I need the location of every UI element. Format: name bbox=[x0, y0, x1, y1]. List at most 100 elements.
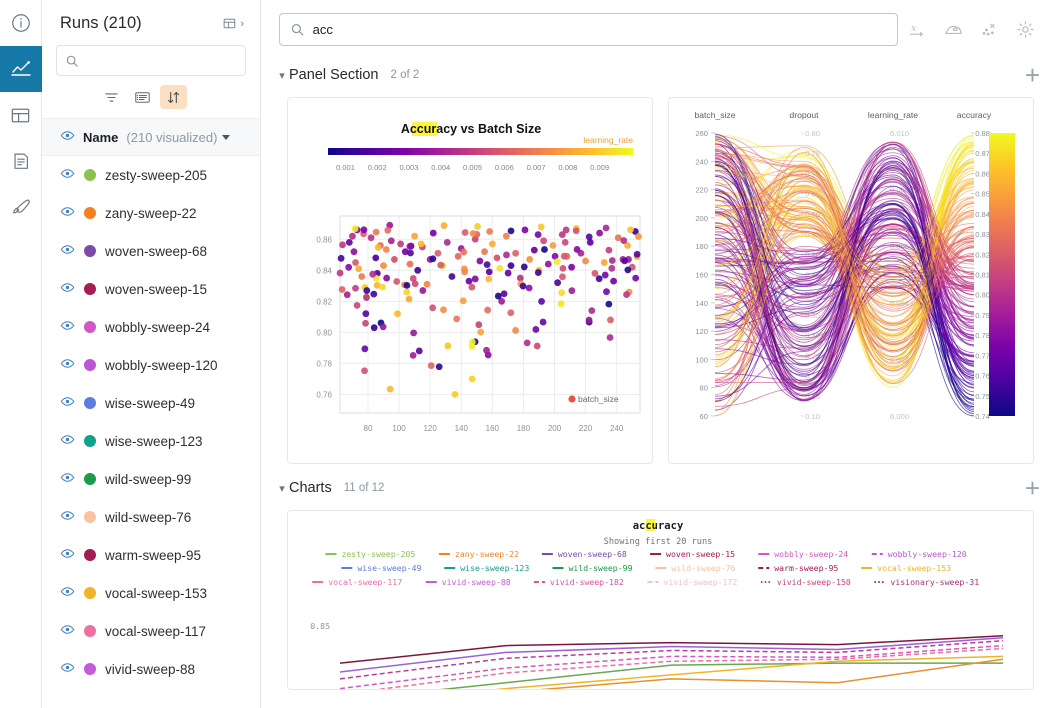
run-list-item[interactable]: zesty-sweep-205 bbox=[42, 156, 260, 194]
svg-text:0.86: 0.86 bbox=[975, 169, 990, 178]
run-color-swatch[interactable] bbox=[84, 473, 96, 485]
svg-text:0.84: 0.84 bbox=[975, 210, 990, 219]
run-list-item[interactable]: wobbly-sweep-120 bbox=[42, 346, 260, 384]
run-list-item[interactable]: vocal-sweep-153 bbox=[42, 574, 260, 612]
svg-text:vivid-sweep-150: vivid-sweep-150 bbox=[777, 577, 851, 587]
visibility-icon[interactable] bbox=[60, 394, 75, 412]
add-chart-button[interactable]: + bbox=[1025, 478, 1040, 498]
accuracy-chart-panel[interactable]: accuracyShowing first 20 runszesty-sweep… bbox=[287, 510, 1034, 690]
svg-text:240: 240 bbox=[610, 424, 624, 433]
table-expand-icon[interactable]: › bbox=[222, 15, 244, 32]
chevron-down-icon[interactable]: ▾ bbox=[275, 482, 289, 495]
sort-icon[interactable] bbox=[160, 85, 187, 109]
charts-icon[interactable] bbox=[0, 46, 42, 92]
run-name: wise-sweep-49 bbox=[105, 396, 195, 411]
columns-icon[interactable] bbox=[129, 85, 156, 109]
svg-text:0.000: 0.000 bbox=[890, 412, 909, 421]
visibility-icon[interactable] bbox=[60, 546, 75, 564]
run-color-swatch[interactable] bbox=[84, 549, 96, 561]
svg-text:240: 240 bbox=[695, 157, 708, 166]
visibility-icon[interactable] bbox=[60, 318, 75, 336]
artifacts-icon[interactable] bbox=[0, 184, 42, 230]
run-color-swatch[interactable] bbox=[84, 283, 96, 295]
run-color-swatch[interactable] bbox=[84, 511, 96, 523]
table-icon[interactable] bbox=[0, 92, 42, 138]
visibility-icon[interactable] bbox=[60, 660, 75, 678]
panel-toolbar: x bbox=[261, 0, 1060, 59]
runs-sidebar: Runs (210) › bbox=[42, 0, 261, 708]
run-list-item[interactable]: wise-sweep-123 bbox=[42, 422, 260, 460]
run-list-item[interactable]: wise-sweep-49 bbox=[42, 384, 260, 422]
visibility-icon[interactable] bbox=[60, 356, 75, 374]
svg-text:Showing first 20 runs: Showing first 20 runs bbox=[604, 537, 713, 547]
run-list-item[interactable]: wild-sweep-76 bbox=[42, 498, 260, 536]
svg-text:wild-sweep-76: wild-sweep-76 bbox=[671, 563, 735, 573]
visibility-icon[interactable] bbox=[60, 166, 75, 184]
chevron-down-icon[interactable]: ▾ bbox=[275, 69, 289, 82]
run-list-item[interactable]: woven-sweep-68 bbox=[42, 232, 260, 270]
add-panel-button[interactable]: + bbox=[1025, 65, 1040, 85]
run-list-item[interactable]: warm-sweep-95 bbox=[42, 536, 260, 574]
panel-section-header[interactable]: ▾ Panel Section 2 of 2 + bbox=[261, 59, 1060, 91]
run-name: woven-sweep-15 bbox=[105, 282, 207, 297]
svg-text:wobbly-sweep-24: wobbly-sweep-24 bbox=[774, 549, 848, 559]
run-list-item[interactable]: vivid-sweep-88 bbox=[42, 650, 260, 688]
svg-text:x: x bbox=[911, 22, 917, 33]
run-list-item[interactable]: wobbly-sweep-24 bbox=[42, 308, 260, 346]
run-list-item[interactable]: woven-sweep-15 bbox=[42, 270, 260, 308]
svg-text:80: 80 bbox=[364, 424, 373, 433]
filter-icon[interactable] bbox=[98, 85, 125, 109]
run-list-item[interactable]: zany-sweep-22 bbox=[42, 194, 260, 232]
svg-text:180: 180 bbox=[517, 424, 531, 433]
smoothing-icon[interactable] bbox=[936, 15, 970, 45]
svg-text:0.007: 0.007 bbox=[527, 163, 546, 172]
run-color-swatch[interactable] bbox=[84, 245, 96, 257]
accuracy-vs-batch-size-panel[interactable]: Accuracy vs Batch Sizelearning_rate0.001… bbox=[287, 97, 653, 464]
outliers-icon[interactable] bbox=[972, 15, 1006, 45]
run-color-swatch[interactable] bbox=[84, 397, 96, 409]
gear-icon[interactable] bbox=[1008, 15, 1042, 45]
x-axis-icon[interactable]: x bbox=[900, 15, 934, 45]
run-color-swatch[interactable] bbox=[84, 207, 96, 219]
chevron-down-icon[interactable] bbox=[222, 135, 230, 140]
svg-text:0.85: 0.85 bbox=[310, 621, 330, 631]
scatter-plot: Accuracy vs Batch Sizelearning_rate0.001… bbox=[288, 98, 653, 463]
visibility-icon[interactable] bbox=[60, 242, 75, 260]
run-color-swatch[interactable] bbox=[84, 663, 96, 675]
runs-list-header[interactable]: Name (210 visualized) bbox=[42, 118, 260, 156]
run-list-item[interactable]: wild-sweep-99 bbox=[42, 460, 260, 498]
runs-search-field[interactable] bbox=[56, 45, 246, 76]
visibility-icon[interactable] bbox=[60, 584, 75, 602]
run-color-swatch[interactable] bbox=[84, 321, 96, 333]
svg-text:Accuracy vs Batch Size: Accuracy vs Batch Size bbox=[401, 122, 541, 136]
svg-text:wobbly-sweep-120: wobbly-sweep-120 bbox=[888, 549, 967, 559]
run-color-swatch[interactable] bbox=[84, 359, 96, 371]
visibility-icon[interactable] bbox=[60, 508, 75, 526]
charts-section-header[interactable]: ▾ Charts 11 of 12 + bbox=[261, 464, 1060, 504]
run-color-swatch[interactable] bbox=[84, 435, 96, 447]
run-color-swatch[interactable] bbox=[84, 587, 96, 599]
info-icon[interactable] bbox=[0, 0, 42, 46]
run-list-item[interactable]: vocal-sweep-117 bbox=[42, 612, 260, 650]
visibility-icon[interactable] bbox=[60, 128, 75, 146]
run-color-swatch[interactable] bbox=[84, 625, 96, 637]
visibility-icon[interactable] bbox=[60, 622, 75, 640]
svg-text:wise-sweep-49: wise-sweep-49 bbox=[357, 563, 421, 573]
panel-search-input[interactable] bbox=[305, 21, 887, 38]
runs-toolbar bbox=[42, 76, 260, 118]
run-color-swatch[interactable] bbox=[84, 169, 96, 181]
svg-text:woven-sweep-15: woven-sweep-15 bbox=[666, 549, 735, 559]
runs-search-input[interactable] bbox=[79, 53, 237, 69]
panel-search-field[interactable] bbox=[279, 13, 898, 46]
svg-text:0.006: 0.006 bbox=[495, 163, 514, 172]
main-content: x bbox=[261, 0, 1060, 708]
svg-text:zany-sweep-22: zany-sweep-22 bbox=[455, 549, 519, 559]
visibility-icon[interactable] bbox=[60, 280, 75, 298]
reports-icon[interactable] bbox=[0, 138, 42, 184]
visibility-icon[interactable] bbox=[60, 432, 75, 450]
visibility-icon[interactable] bbox=[60, 204, 75, 222]
parallel-coordinates-panel[interactable]: batch_size608010012014016018020022024026… bbox=[668, 97, 1034, 464]
visibility-icon[interactable] bbox=[60, 470, 75, 488]
svg-text:accuracy: accuracy bbox=[633, 520, 684, 532]
svg-text:0.88: 0.88 bbox=[975, 129, 990, 138]
